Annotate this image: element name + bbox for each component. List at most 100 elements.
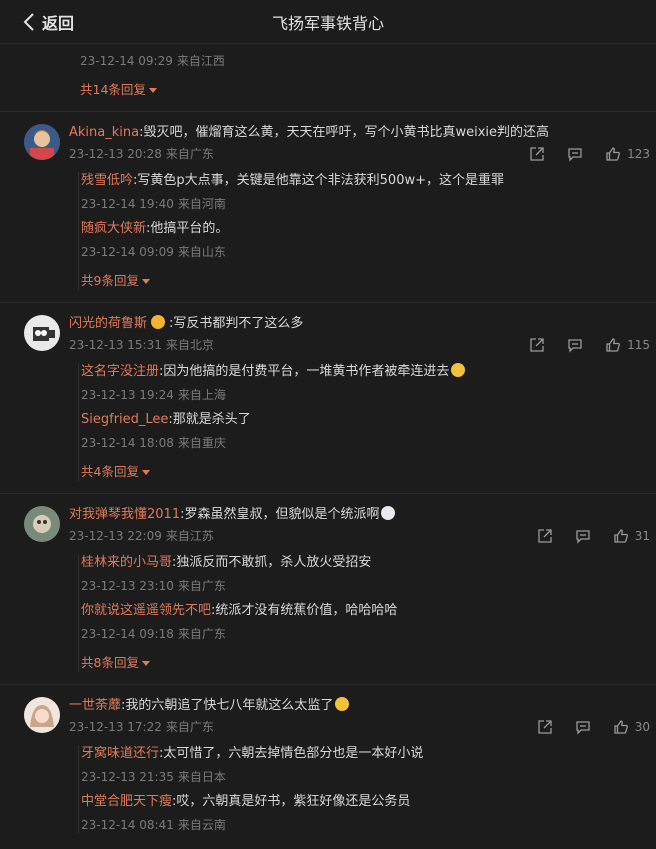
share-icon [538,720,552,734]
username[interactable]: 一世荼蘼 [69,698,121,713]
comment-time: 23-12-13 17:22 [69,720,162,734]
avatar[interactable] [24,506,60,542]
reply-button[interactable] [567,337,583,353]
reply-location: 来自日本 [177,770,226,784]
comment-body: :我的六朝追了快七八年就这么太监了 [121,698,334,713]
reply-username[interactable]: 你就说这遥遥领先不吧 [81,603,211,618]
reply-time: 23-12-14 09:29 [80,54,173,68]
reply-item: 桂林来的小马哥:独派反而不敢抓，杀人放火受招安 23-12-13 23:10 来自… [81,554,656,594]
like-count: 123 [627,147,650,161]
reply-list: 桂林来的小马哥:独派反而不敢抓，杀人放火受招安 23-12-13 23:10 来自… [78,554,656,672]
comment-body: :写反书都判不了这么多 [169,316,304,331]
reply-button[interactable] [575,528,591,544]
reply-time: 23-12-13 19:24 [81,388,174,402]
reply-time: 23-12-13 21:35 [81,770,174,784]
reply-text: :太可惜了，六朝去掉情色部分也是一本好小说 [159,746,424,761]
username[interactable]: 对我弹琴我懂2011 [69,507,180,522]
comment-feed[interactable]: 23-12-14 09:29 来自江西 共14条回复 Akina_kina:毁灭… [0,45,656,849]
more-replies-link[interactable]: 共9条回复 [81,272,150,290]
more-replies-label: 共14条回复 [80,82,146,97]
reply-username[interactable]: 残雪低吟 [81,173,133,188]
comment-actions: 123 [507,146,650,162]
more-replies-link[interactable]: 共4条回复 [81,463,150,481]
reply-list: 残雪低吟:写黄色p大点事，关键是他靠这个非法获利500w+，这个是重罪 23-1… [78,172,656,290]
comment-time: 23-12-13 20:28 [69,147,162,161]
reply-item: 牙窝味道还行:太可惜了，六朝去掉情色部分也是一本好小说 23-12-13 21:… [81,745,656,785]
chevron-left-icon [23,12,34,31]
reply-list: 这名字没注册:因为他搞的是付费平台，一堆黄书作者被牵连进去 23-12-13 1… [78,363,656,481]
reply-button[interactable] [575,719,591,735]
comment-item: Akina_kina:毁灭吧，催熘育这么黄，天天在呼吁，写个小黄书比真weixi… [0,124,656,290]
reply-time: 23-12-14 08:41 [81,818,174,832]
share-button[interactable] [529,337,545,353]
back-button[interactable]: 返回 [22,10,74,34]
more-replies-label: 共8条回复 [81,655,139,670]
reply-text: :写黄色p大点事，关键是他靠这个非法获利500w+，这个是重罪 [133,173,504,188]
avatar[interactable] [24,697,60,733]
comment-meta: 23-12-13 20:28 来自广东 123 [69,146,656,162]
reply-item: 随疯大侠新:他搞平台的。 23-12-14 09:09 来自山东 [81,220,656,260]
reply-text: :统派才没有统蕉价值，哈哈哈哈 [211,603,398,618]
sweat-emoji-icon [451,363,466,377]
comment-icon [576,530,590,544]
reply-location: 来自重庆 [177,436,226,450]
reply-location: 来自山东 [177,245,226,259]
reply-location: 来自广东 [177,627,226,641]
caret-down-icon [148,88,157,93]
reply-button[interactable] [567,146,583,162]
comment-location: 来自广东 [165,720,214,734]
reply-time: 23-12-14 19:40 [81,197,174,211]
more-replies-link[interactable]: 共14条回复 [80,81,157,99]
page-title: 飞扬军事铁背心 [271,13,384,33]
like-button[interactable]: 123 [605,146,650,162]
reply-username[interactable]: 随疯大侠新 [81,221,146,236]
reply-location: 来自广东 [177,579,226,593]
reply-location: 来自江西 [176,54,225,68]
thumbs-up-icon [606,338,621,352]
share-button[interactable] [537,719,553,735]
reply-username[interactable]: 中堂合肥天下瘦 [81,794,172,809]
like-button[interactable]: 31 [613,528,650,544]
reply-username[interactable]: 牙窝味道还行 [81,746,159,761]
partial-reply-block: 23-12-14 09:29 来自江西 共14条回复 [0,45,656,99]
reply-username[interactable]: Siegfried_Lee [81,412,168,427]
dizzy-emoji-icon [381,506,396,520]
share-button[interactable] [529,146,545,162]
comment-item: 对我弹琴我懂2011:罗森虽然皇叔，但貌似是个统派啊 23-12-13 22:0… [0,506,656,672]
avatar[interactable] [24,124,60,160]
comment-icon [576,721,590,735]
reply-location: 来自上海 [177,388,226,402]
reply-time: 23-12-14 09:18 [81,627,174,641]
reply-text: :因为他搞的是付费平台，一堆黄书作者被牵连进去 [159,364,450,379]
comment-location: 来自广东 [165,147,214,161]
reply-username[interactable]: 这名字没注册 [81,364,159,379]
username[interactable]: Akina_kina [69,125,139,140]
comment-meta: 23-12-13 17:22 来自广东 30 [69,719,656,735]
more-replies-link[interactable]: 共8条回复 [81,654,150,672]
comment-time: 23-12-13 15:31 [69,338,162,352]
share-icon [538,529,552,543]
comment-actions: 30 [515,719,650,735]
like-button[interactable]: 115 [605,337,650,353]
reply-list: 牙窝味道还行:太可惜了，六朝去掉情色部分也是一本好小说 23-12-13 21:… [78,745,656,833]
reply-item: 残雪低吟:写黄色p大点事，关键是他靠这个非法获利500w+，这个是重罪 23-1… [81,172,656,212]
top-bar: 返回 飞扬军事铁背心 [0,0,656,44]
like-count: 30 [634,720,650,734]
comment-icon [568,148,582,162]
comment-body: :毁灭吧，催熘育这么黄，天天在呼吁，写个小黄书比真weixie判的还高 [139,125,550,140]
comment-actions: 31 [515,528,650,544]
reply-username[interactable]: 桂林来的小马哥 [81,555,172,570]
reply-time: 23-12-13 23:10 [81,579,174,593]
more-replies-label: 共9条回复 [81,273,139,288]
caret-down-icon [141,279,150,284]
share-button[interactable] [537,528,553,544]
back-label: 返回 [42,13,75,33]
like-count: 115 [627,338,650,352]
avatar[interactable] [24,315,60,351]
comment-meta: 23-12-13 15:31 来自北京 115 [69,337,656,353]
divider [0,493,656,494]
username[interactable]: 闪光的荷鲁斯 [69,316,147,331]
comment-icon [568,339,582,353]
thumbs-up-icon [614,720,628,734]
like-button[interactable]: 30 [613,719,650,735]
